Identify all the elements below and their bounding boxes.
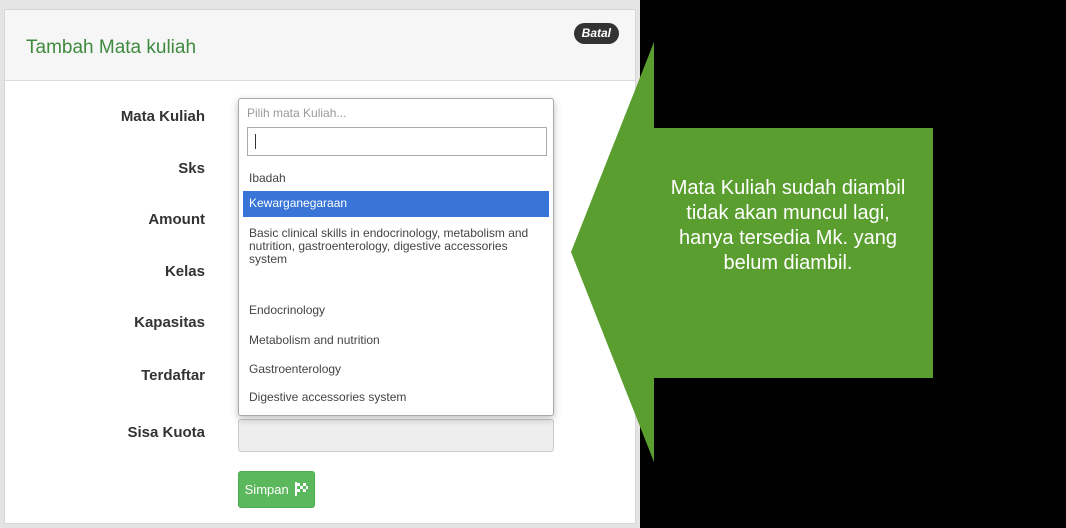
callout-text: Mata Kuliah sudah diambil tidak akan mun… — [670, 177, 906, 274]
